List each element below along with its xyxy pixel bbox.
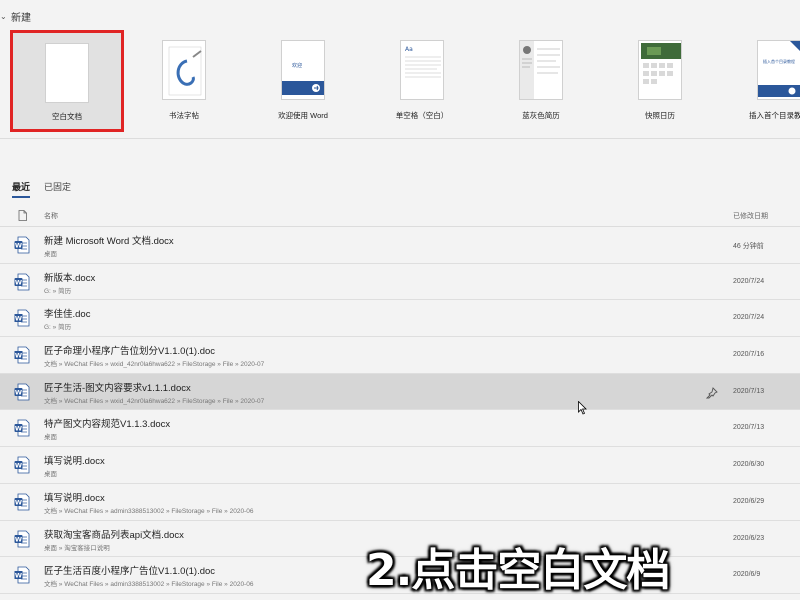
resume-thumbnail xyxy=(519,40,563,100)
chevron-down-icon[interactable]: ⌄ xyxy=(0,12,8,21)
file-path: 桌面 xyxy=(44,471,57,479)
single-spaced-thumb-text: Aa xyxy=(405,46,413,53)
template-name: 插入首个目录教程 xyxy=(749,111,800,120)
tab-recent[interactable]: 最近 xyxy=(12,180,31,198)
calendar-thumbnail xyxy=(638,40,682,100)
toc-thumbnail: 插入首个目录教程 xyxy=(757,40,800,100)
template-blue-gray-resume[interactable]: 蓝灰色简历 xyxy=(482,30,600,136)
file-row[interactable]: W 新建 Microsoft Word 文档.docx 桌面 46 分钟前 xyxy=(0,227,800,264)
file-date: 2020/7/13 xyxy=(733,387,765,395)
section-divider xyxy=(0,138,800,139)
file-date: 46 分钟前 xyxy=(733,243,764,250)
file-row[interactable]: W 匠子生活-图文内容要求v1.1.1.docx 文档 » WeChat Fil… xyxy=(0,373,800,411)
file-path: G: » 简历 xyxy=(44,324,72,332)
new-section-title: 新建 xyxy=(11,12,31,24)
word-document-icon: W xyxy=(14,493,30,511)
word-document-icon: W xyxy=(14,566,30,584)
word-document-icon: W xyxy=(14,346,30,364)
word-document-icon: W xyxy=(14,383,30,401)
file-name: 填写说明.docx xyxy=(44,492,105,504)
column-date-header[interactable]: 已修改日期 xyxy=(733,211,768,221)
file-path: 桌面 » 淘宝客接口说明 xyxy=(44,544,110,552)
file-date: 2020/6/29 xyxy=(733,497,765,505)
file-path: 文档 » WeChat Files » admin3388513002 » Fi… xyxy=(44,581,254,589)
file-row[interactable]: W 特产图文内容规范V1.1.3.docx 桌面 2020/7/13 xyxy=(0,410,800,448)
welcome-thumbnail: 欢迎 xyxy=(281,40,325,100)
template-welcome-word[interactable]: 欢迎 欢迎使用 Word xyxy=(244,30,362,136)
file-list-header: 名称 已修改日期 xyxy=(0,207,800,225)
file-path: G: » 简历 xyxy=(44,287,72,295)
word-document-icon: W xyxy=(14,236,30,254)
template-name: 欢迎使用 Word xyxy=(278,111,328,120)
welcome-thumb-text: 欢迎 xyxy=(292,62,302,69)
svg-text:W: W xyxy=(15,242,22,250)
file-path: 桌面 xyxy=(44,251,57,258)
word-document-icon: W xyxy=(14,273,30,291)
svg-text:W: W xyxy=(15,352,22,360)
svg-text:W: W xyxy=(15,572,22,580)
file-name: 获取淘宝客商品列表api文档.docx xyxy=(44,529,184,541)
svg-text:W: W xyxy=(15,315,22,323)
column-name-header[interactable]: 名称 xyxy=(44,211,58,221)
template-gallery: 空白文档 书法字帖 欢迎 欢迎使用 Word Aa 单空格（空白） 蓝灰色简历 … xyxy=(8,30,800,136)
file-name: 匠子生活百度小程序广告位V1.1.0(1).doc xyxy=(44,566,216,578)
template-name: 快照日历 xyxy=(645,111,675,120)
file-date: 2020/7/24 xyxy=(733,314,765,322)
file-row[interactable]: W 李佳佳.doc G: » 简历 2020/7/24 xyxy=(0,300,800,338)
file-date: 2020/7/16 xyxy=(733,351,765,359)
template-toc-tutorial[interactable]: 插入首个目录教程 插入首个目录教程 xyxy=(720,30,800,136)
word-document-icon: W xyxy=(14,456,30,474)
file-name: 匠子命理小程序广告位划分V1.1.0(1).doc xyxy=(44,346,216,358)
file-list-tabs: 最近 已固定 xyxy=(12,180,71,198)
template-name: 单空格（空白） xyxy=(395,111,449,120)
svg-text:W: W xyxy=(15,425,22,433)
single-spaced-thumbnail: Aa xyxy=(400,40,444,100)
new-section-header: ⌄ 新建 xyxy=(0,8,31,24)
file-row[interactable]: W 填写说明.docx 桌面 2020/6/30 xyxy=(0,447,800,484)
file-name: 新版本.docx xyxy=(44,272,96,284)
template-snapshot-calendar[interactable]: 快照日历 xyxy=(601,30,719,136)
toc-thumb-text: 插入首个目录教程 xyxy=(763,58,795,64)
file-path: 文档 » WeChat Files » wxid_42nr0la6hwa622 … xyxy=(44,361,265,369)
blank-document-thumbnail xyxy=(45,43,89,103)
tutorial-caption: 2.点击空白文档 xyxy=(366,545,670,596)
svg-text:W: W xyxy=(15,535,22,543)
tab-pinned[interactable]: 已固定 xyxy=(44,180,71,198)
template-calligraphy[interactable]: 书法字帖 xyxy=(125,30,243,136)
file-date: 2020/6/23 xyxy=(733,534,765,542)
template-name: 书法字帖 xyxy=(169,111,199,120)
file-row[interactable]: W 新版本.docx G: » 简历 2020/7/24 xyxy=(0,264,800,301)
word-document-icon: W xyxy=(14,419,30,437)
word-document-icon: W xyxy=(14,530,30,548)
file-type-icon xyxy=(18,210,27,223)
file-name: 匠子生活-图文内容要求v1.1.1.docx xyxy=(44,382,191,394)
pin-icon[interactable] xyxy=(705,386,718,399)
svg-text:W: W xyxy=(15,278,22,286)
word-document-icon: W xyxy=(14,309,30,327)
svg-text:W: W xyxy=(15,462,22,470)
file-path: 文档 » WeChat Files » admin3388513002 » Fi… xyxy=(44,507,254,515)
template-blank-document[interactable]: 空白文档 xyxy=(10,30,124,132)
file-date: 2020/7/13 xyxy=(733,424,765,432)
file-name: 填写说明.docx xyxy=(44,456,105,468)
file-date: 2020/6/30 xyxy=(733,461,765,469)
svg-text:W: W xyxy=(15,498,22,506)
file-row[interactable]: W 填写说明.docx 文档 » WeChat Files » admin338… xyxy=(0,484,800,521)
file-date: 2020/7/24 xyxy=(733,277,765,285)
file-name: 特产图文内容规范V1.1.3.docx xyxy=(44,419,171,431)
file-name: 李佳佳.doc xyxy=(44,309,91,321)
file-date: 2020/6/9 xyxy=(733,571,761,579)
template-single-spaced[interactable]: Aa 单空格（空白） xyxy=(363,30,481,136)
calligraphy-thumbnail xyxy=(162,40,206,100)
svg-text:W: W xyxy=(15,388,22,396)
template-name: 蓝灰色简历 xyxy=(522,111,560,120)
template-name: 空白文档 xyxy=(52,112,82,121)
file-row[interactable]: W 匠子命理小程序广告位划分V1.1.0(1).doc 文档 » WeChat … xyxy=(0,337,800,374)
file-path: 桌面 xyxy=(44,434,57,442)
mouse-pointer-icon xyxy=(578,400,588,415)
file-path: 文档 » WeChat Files » wxid_42nr0la6hwa622 … xyxy=(44,397,265,405)
file-name: 新建 Microsoft Word 文档.docx xyxy=(44,236,174,247)
